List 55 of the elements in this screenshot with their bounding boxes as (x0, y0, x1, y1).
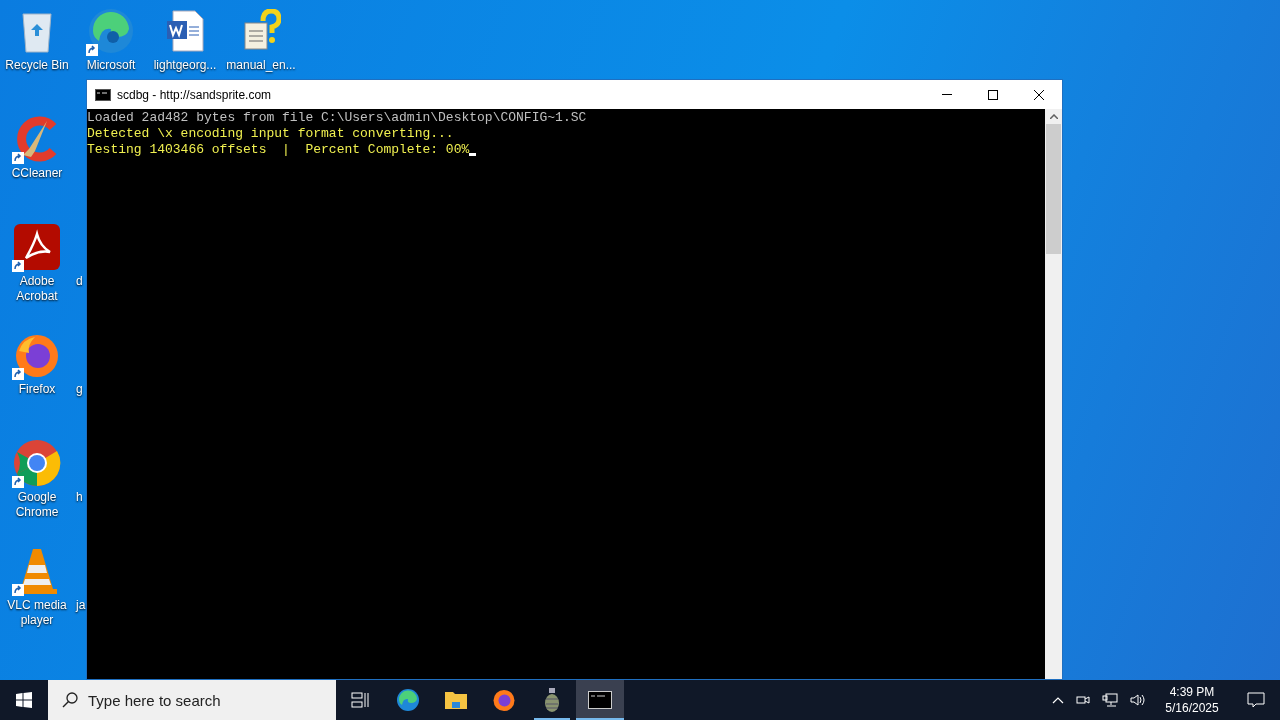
volume-icon[interactable] (1130, 693, 1146, 707)
desktop-icon-label[interactable]: h (76, 490, 83, 505)
windows-logo-icon (16, 692, 32, 708)
window-title: scdbg - http://sandsprite.com (117, 86, 272, 104)
minimize-icon (942, 94, 952, 95)
desktop-icon-label[interactable]: CCleaner (11, 166, 63, 181)
shortcut-arrow-icon (12, 152, 24, 164)
document-icon (165, 9, 205, 53)
scrollbar-thumb[interactable] (1046, 124, 1061, 254)
desktop-icon-label[interactable]: manual_en... (226, 58, 296, 73)
folder-icon (444, 690, 468, 710)
shortcut-arrow-icon (12, 476, 24, 488)
help-file-icon (241, 9, 281, 53)
clock[interactable]: 4:39 PM 5/16/2025 (1152, 684, 1232, 716)
scroll-up-icon (1049, 114, 1058, 119)
console-line: Testing 1403466 offsets | Percent Complete: 00% (87, 142, 470, 158)
desktop-icon-label[interactable]: g (76, 382, 83, 397)
desktop-icon-label[interactable]: Firefox (18, 382, 56, 397)
desktop-icon-label[interactable]: Adobe Acrobat (0, 274, 74, 304)
chevron-up-icon[interactable] (1052, 696, 1064, 704)
browser-icon (13, 439, 61, 487)
desktop-icon-label[interactable]: Recycle Bin (5, 58, 69, 73)
running-indicator (576, 718, 624, 720)
shortcut-arrow-icon (12, 584, 24, 596)
text-cursor (469, 153, 477, 156)
shortcut-arrow-icon (86, 44, 98, 56)
shortcut-arrow-icon (12, 260, 24, 272)
grenade-icon (543, 687, 561, 713)
network-icon[interactable] (1102, 693, 1118, 707)
desktop-icon-label[interactable]: VLC media player (0, 598, 74, 628)
speech-bubble-icon (1247, 692, 1265, 708)
taskbar-button[interactable] (576, 680, 624, 720)
shortcut-arrow-icon (12, 368, 24, 380)
search-icon (62, 692, 78, 708)
maximize-icon (988, 89, 998, 100)
desktop-icon-label[interactable]: ja (76, 598, 86, 613)
console-line: Detected \x encoding input format converting... (87, 126, 454, 142)
pdf-app-icon (14, 224, 60, 270)
desktop-icon-label[interactable]: Microsoft (86, 58, 136, 73)
desktop-icon-label[interactable]: Google Chrome (0, 490, 74, 520)
close-icon (1034, 89, 1044, 100)
camera-icon[interactable] (1076, 693, 1090, 707)
browser-icon (87, 7, 135, 55)
desktop-icon-label[interactable]: lightgeorg... (153, 58, 217, 73)
clock-time: 4:39 PM (1169, 684, 1215, 700)
console-icon (95, 88, 111, 101)
fox-browser-icon (492, 688, 516, 712)
search-field[interactable]: Type here to search (48, 680, 336, 720)
task-view-icon (351, 692, 369, 708)
console-icon (588, 691, 612, 709)
browser-icon (396, 688, 420, 712)
running-indicator (534, 718, 570, 720)
clock-date: 5/16/2025 (1165, 700, 1219, 716)
desktop-icon-label[interactable]: d (76, 274, 83, 289)
console-line: Loaded 2ad482 bytes from file C:\Users\admin\Desktop\CONFIG~1.SC (87, 110, 587, 126)
